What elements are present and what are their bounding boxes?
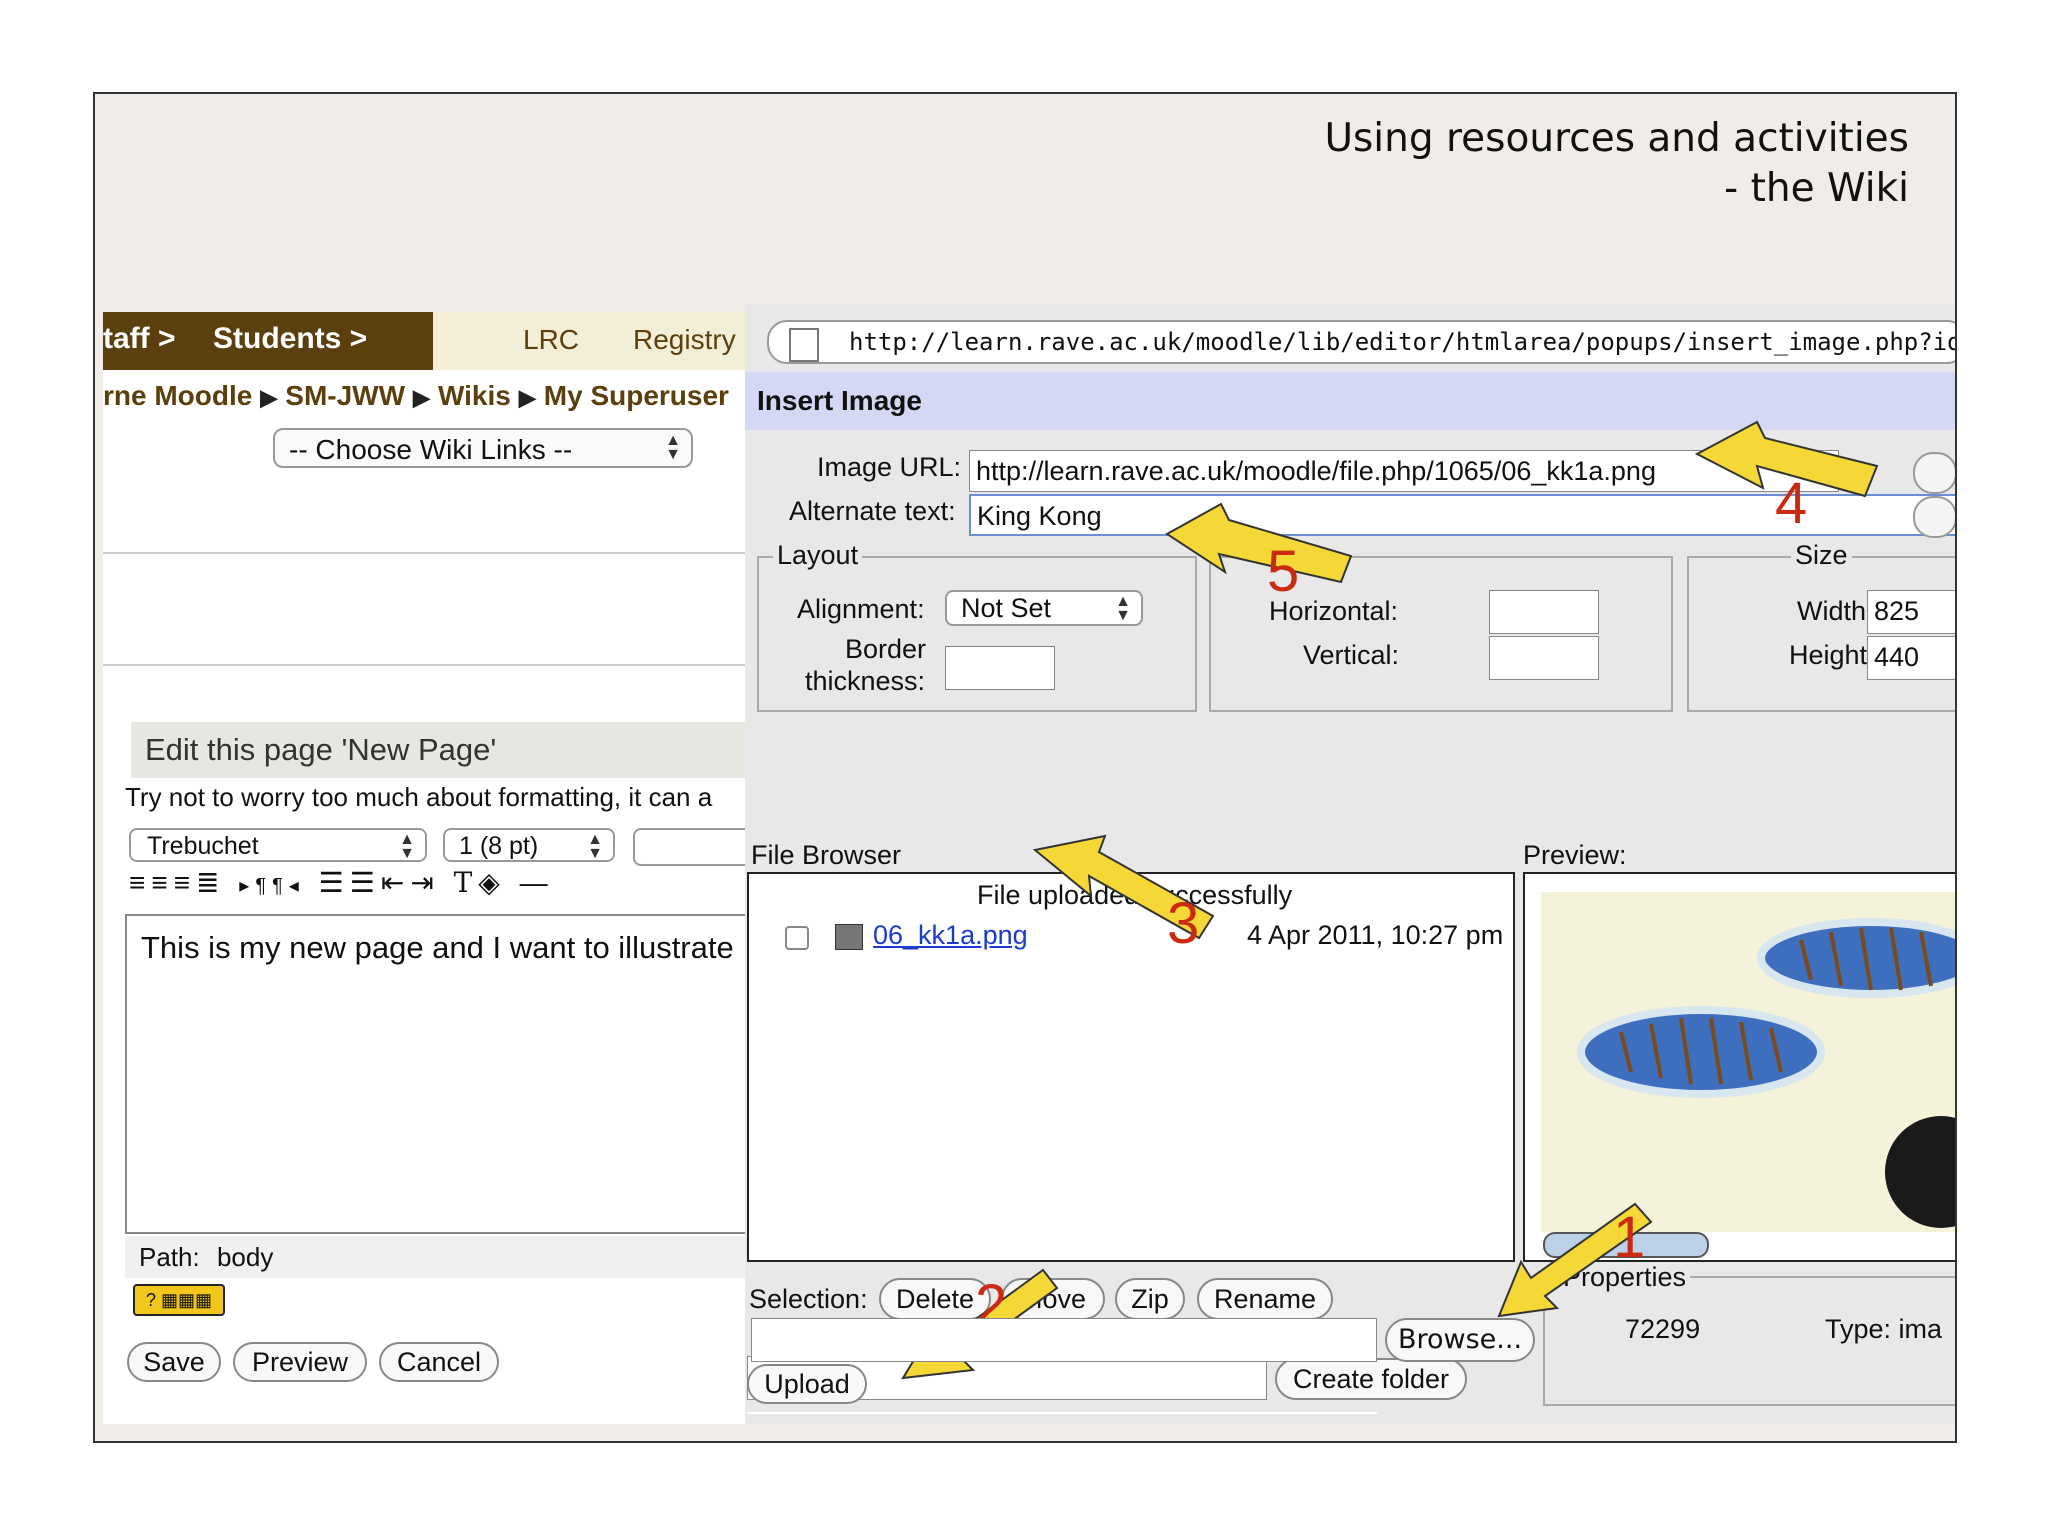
annotation-number-4: 4 <box>1775 471 1808 536</box>
annotation-number-1: 1 <box>1613 1205 1646 1270</box>
annotation-arrows <box>901 420 1879 1380</box>
upload-button[interactable]: Upload <box>747 1364 867 1404</box>
annotation-number-3: 3 <box>1167 891 1200 956</box>
slide: Using resources and activities - the Wik… <box>93 92 1957 1443</box>
arrow-5-icon <box>1165 502 1353 584</box>
browse-button[interactable]: Browse... <box>1385 1318 1535 1362</box>
upload-file-path-input[interactable] <box>751 1318 1377 1362</box>
annotation-number-5: 5 <box>1267 539 1300 604</box>
